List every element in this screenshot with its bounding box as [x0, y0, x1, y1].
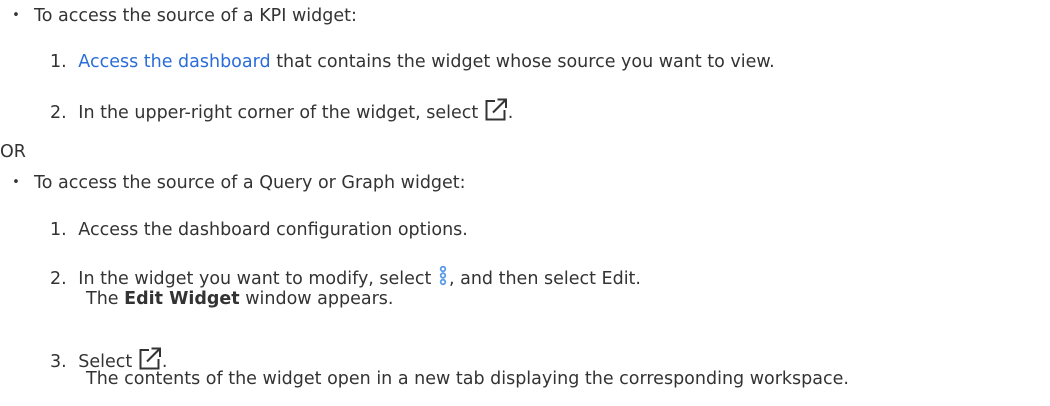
query-step-1: 1. Access the dashboard configuration op…: [50, 219, 468, 241]
step-number: 1.: [50, 220, 67, 240]
query-intro-text: To access the source of a Query or Graph…: [34, 173, 466, 193]
query-step-3-result: The contents of the widget open in a new…: [86, 369, 849, 389]
access-dashboard-link[interactable]: Access the dashboard: [78, 52, 270, 72]
kpi-step-1-text: that contains the widget whose source yo…: [270, 52, 775, 72]
external-link-icon: [484, 97, 508, 127]
kpi-intro-text: To access the source of a KPI widget:: [34, 6, 357, 26]
query-step-2-result: The Edit Widget window appears.: [86, 288, 393, 310]
step-number: 3.: [50, 352, 67, 372]
result-prefix: The: [86, 289, 125, 309]
bullet: •: [12, 8, 20, 23]
or-label: OR: [0, 142, 26, 162]
query-step-2-text-after: , and then select Edit.: [448, 269, 641, 289]
kpi-step-2: 2. In the upper-right corner of the widg…: [50, 97, 513, 127]
bullet: •: [12, 175, 20, 190]
query-step-1-text: Access the dashboard configuration optio…: [78, 220, 468, 240]
step-number: 1.: [50, 52, 67, 72]
period: .: [507, 103, 514, 123]
query-step-2-text: In the widget you want to modify, select: [78, 269, 437, 289]
step-number: 2.: [50, 269, 67, 289]
kpi-step-2-text: In the upper-right corner of the widget,…: [78, 103, 484, 123]
edit-widget-window-name: Edit Widget: [124, 289, 240, 309]
kebab-menu-icon: [437, 265, 449, 292]
step-number: 2.: [50, 103, 67, 123]
kpi-step-1: 1. Access the dashboard that contains th…: [50, 51, 775, 73]
result-rest: window appears.: [239, 289, 394, 309]
